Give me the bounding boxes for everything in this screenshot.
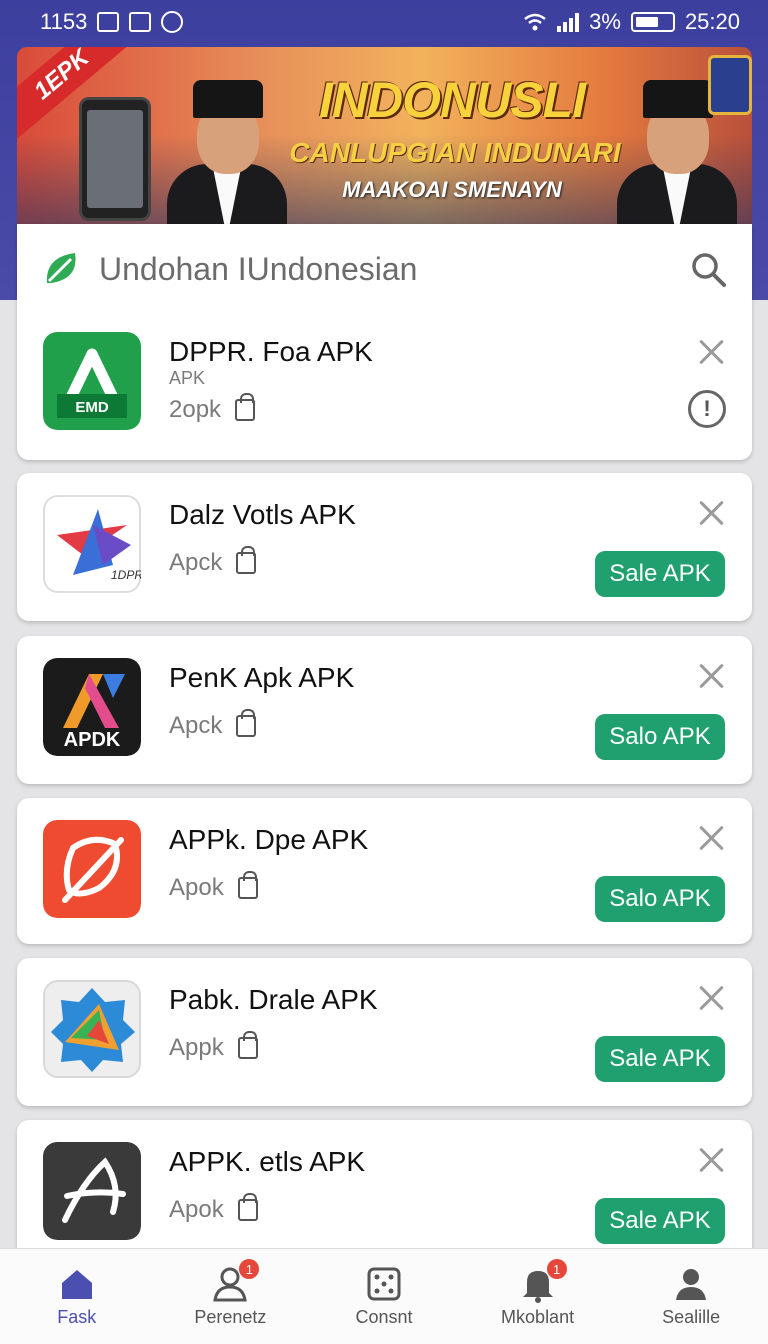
wifi-icon	[524, 13, 546, 31]
close-icon[interactable]	[698, 1146, 726, 1174]
nav-item-home[interactable]: Fask	[0, 1249, 154, 1344]
nav-item-content[interactable]: Consnt	[307, 1249, 461, 1344]
search-card: Undohan IUndonesian EMD DPPR. Foa APK AP…	[17, 224, 752, 460]
emblem-badge	[708, 55, 752, 115]
app-icon-label: EMD	[75, 399, 109, 416]
app-size: Appk	[169, 1034, 224, 1061]
app-list-item[interactable]: Pabk. Drale APK Appk Sale APK	[17, 958, 752, 1106]
sale-button[interactable]: Sale APK	[595, 551, 725, 597]
search-icon[interactable]	[688, 249, 728, 289]
status-time-left: 1153	[40, 9, 88, 34]
nav-label: Fask	[57, 1307, 97, 1327]
promo-banner[interactable]: 1EPK INDONUSLI CANLUPGIAN INDUNARI MAAKO…	[17, 47, 752, 224]
app-meta: Apok	[169, 871, 258, 902]
lock-icon	[235, 393, 256, 421]
banner-subtitle: CANLUPGIAN INDUNARI	[289, 137, 621, 168]
banner-tagline: MAAKOAI SMENAYN	[342, 177, 562, 202]
app-list-item[interactable]: 1DPR Dalz Votls APK Apck Sale APK	[17, 473, 752, 621]
image-notification-icon	[97, 12, 120, 32]
app-icon-label: APDK	[64, 729, 121, 751]
app-size: 2opk	[169, 396, 222, 423]
search-bar[interactable]: Undohan IUndonesian	[17, 224, 752, 314]
nav-label: Consnt	[355, 1307, 413, 1327]
lock-icon	[236, 546, 257, 574]
app-card[interactable]: APPk. Dpe APK Apok Salo APK	[17, 798, 752, 944]
sale-button[interactable]: Salo APK	[595, 876, 725, 922]
app-list-item[interactable]: APDK PenK Apk APK Apck Salo APK	[17, 636, 752, 784]
app-size: Apck	[169, 712, 223, 739]
signal-icon	[557, 12, 580, 32]
nav-item-people[interactable]: 1 Perenetz	[154, 1249, 308, 1344]
app-card[interactable]: APDK PenK Apk APK Apck Salo APK	[17, 636, 752, 784]
battery-icon	[630, 12, 675, 32]
bottom-navigation: Fask 1 Perenetz Consnt 1 Mkoblant Sealil…	[0, 1248, 768, 1344]
notification-badge: 1	[546, 1259, 567, 1279]
upload-notification-icon	[161, 11, 184, 33]
app-icon-label: 1DPR	[111, 568, 141, 582]
app-size: Apok	[169, 1196, 224, 1223]
app-meta: Appk	[169, 1031, 258, 1062]
status-bar: 1153 3% 25:20	[0, 0, 768, 44]
app-name: APPK. etls APK	[169, 1146, 366, 1177]
app-icon: 1DPR	[43, 495, 141, 593]
sale-button[interactable]: Sale APK	[595, 1036, 725, 1082]
phone-illustration	[79, 97, 151, 221]
app-icon	[43, 980, 141, 1078]
app-list-item[interactable]: APPk. Dpe APK Apok Salo APK	[17, 798, 752, 946]
status-time-right: 25:20	[684, 9, 740, 34]
app-name: APPk. Dpe APK	[169, 824, 369, 855]
dice-icon	[367, 1267, 401, 1301]
sale-button[interactable]: Sale APK	[595, 1198, 725, 1244]
app-name: PenK Apk APK	[169, 662, 355, 693]
app-icon	[43, 820, 141, 918]
search-input[interactable]: Undohan IUndonesian	[99, 251, 688, 288]
app-card[interactable]: APPK. etls APK Apok Sale APK	[17, 1120, 752, 1260]
lock-icon	[237, 1193, 258, 1221]
profile-icon	[676, 1269, 707, 1300]
lock-icon	[237, 1031, 258, 1059]
app-icon	[43, 1142, 141, 1240]
lock-icon	[237, 871, 258, 899]
battery-percent: 3%	[589, 9, 621, 34]
home-icon	[61, 1270, 92, 1299]
app-meta: Apck	[169, 709, 257, 740]
info-icon[interactable]: !	[688, 390, 726, 428]
nav-icon-wrap: 1	[211, 1259, 260, 1303]
officer-illustration-left	[167, 74, 287, 224]
app-size: Apok	[169, 874, 224, 901]
app-name: Pabk. Drale APK	[169, 984, 378, 1015]
nav-item-notifications[interactable]: 1 Mkoblant	[461, 1249, 615, 1344]
app-meta: 2opk	[169, 393, 256, 424]
notification-badge: 1	[239, 1259, 260, 1279]
app-meta: Apck	[169, 546, 257, 577]
app-list-item[interactable]: APPK. etls APK Apok Sale APK	[17, 1120, 752, 1268]
leaf-logo-icon	[46, 253, 76, 283]
nav-label: Sealille	[662, 1307, 721, 1327]
close-icon[interactable]	[698, 984, 726, 1012]
banner-title: INDONUSLI	[319, 72, 586, 128]
nav-icon-wrap: 1	[519, 1259, 567, 1303]
app-name: Dalz Votls APK	[169, 499, 356, 530]
app-notification-icon	[129, 12, 152, 32]
app-list-item[interactable]: EMD DPPR. Foa APK APK 2opk !	[17, 310, 752, 458]
nav-label: Mkoblant	[501, 1307, 575, 1327]
close-icon[interactable]	[698, 338, 726, 366]
app-icon: EMD	[43, 332, 141, 430]
nav-label: Perenetz	[194, 1307, 267, 1327]
app-icon: APDK	[43, 658, 141, 756]
close-icon[interactable]	[698, 499, 726, 527]
close-icon[interactable]	[698, 824, 726, 852]
sale-button[interactable]: Salo APK	[595, 714, 725, 760]
nav-item-profile[interactable]: Sealille	[614, 1249, 768, 1344]
app-type: APK	[169, 368, 206, 388]
app-size: Apck	[169, 549, 223, 576]
app-card[interactable]: 1DPR Dalz Votls APK Apck Sale APK	[17, 473, 752, 621]
app-meta: Apok	[169, 1193, 258, 1224]
app-name: DPPR. Foa APK	[169, 336, 373, 367]
lock-icon	[236, 709, 257, 737]
app-card[interactable]: Pabk. Drale APK Appk Sale APK	[17, 958, 752, 1106]
close-icon[interactable]	[698, 662, 726, 690]
